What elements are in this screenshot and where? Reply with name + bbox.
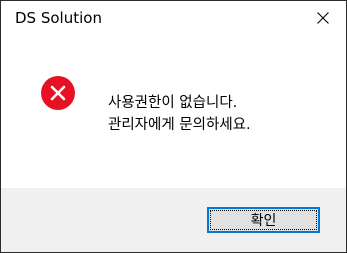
message-line: 관리자에게 문의하세요. (108, 117, 251, 133)
ok-button-label: 확인 (250, 213, 277, 229)
message-dialog: DS Solution 사용권한이 없습니다. 관리자에게 문의하세요. 확인 (0, 0, 347, 253)
ok-button[interactable]: 확인 (207, 207, 320, 233)
close-button[interactable] (300, 1, 346, 34)
title-bar: DS Solution (1, 1, 346, 34)
error-icon (41, 76, 75, 110)
error-message: 사용권한이 없습니다. 관리자에게 문의하세요. (108, 92, 251, 136)
close-icon (317, 11, 329, 24)
message-line: 사용권한이 없습니다. (108, 95, 238, 111)
window-title: DS Solution (15, 9, 102, 27)
